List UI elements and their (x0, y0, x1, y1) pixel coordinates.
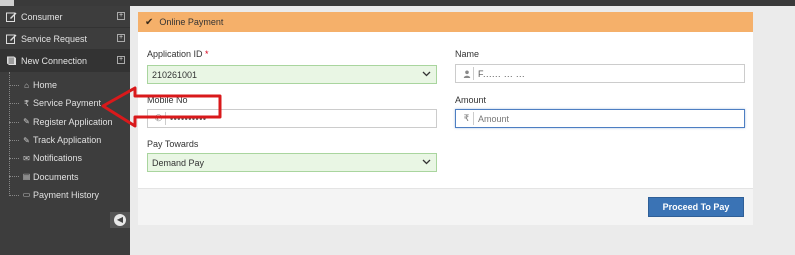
sidebar-item-label: Notifications (33, 153, 83, 164)
envelope-icon: ✉ (23, 153, 30, 163)
pencil-icon: ✎ (23, 135, 30, 145)
sidebar-item-track-application[interactable]: ✎ Track Application (0, 131, 130, 149)
sidebar-collapse[interactable]: ◀ (110, 212, 130, 228)
application-id-select[interactable]: 210261001 (147, 65, 437, 84)
sidebar-item-notifications[interactable]: ✉ Notifications (0, 149, 130, 167)
edit-icon (5, 33, 17, 45)
proceed-to-pay-button[interactable]: Proceed To Pay (648, 197, 744, 217)
amount-input[interactable]: ₹ Amount (455, 109, 745, 128)
expand-icon[interactable]: + (117, 34, 125, 42)
sidebar-item-payment-history[interactable]: ▭ Payment History (0, 186, 130, 204)
pencil-icon: ✎ (23, 117, 30, 127)
expand-icon[interactable]: + (117, 12, 125, 20)
sidebar-item-label: Service Payment (33, 98, 102, 109)
amount-label: Amount (455, 95, 487, 105)
required-mark: * (205, 49, 209, 59)
amount-placeholder: Amount (478, 113, 510, 124)
sidebar-item-label: Track Application (33, 135, 102, 146)
sidebar-item-label: Payment History (33, 189, 100, 200)
application-id-value: 210261001 (152, 69, 198, 80)
pay-towards-select[interactable]: Demand Pay (147, 153, 437, 172)
chevron-left-icon[interactable]: ◀ (114, 214, 126, 226)
credit-card-icon: ▭ (22, 190, 31, 200)
home-icon: ⌂ (24, 80, 29, 90)
sidebar-item-documents[interactable]: ▤ Documents (0, 167, 130, 185)
sidebar-item-label: Documents (33, 171, 79, 182)
pay-towards-label: Pay Towards (147, 139, 199, 149)
sidebar: Consumer + Service Request + New Connect… (0, 6, 130, 255)
user-icon (460, 67, 474, 80)
name-field[interactable]: F...... ... ... (455, 64, 745, 83)
sidebar-item-label: New Connection (21, 55, 88, 66)
annotation-arrow (101, 86, 222, 128)
rupee-icon: ₹ (23, 98, 30, 108)
panel-title: Online Payment (159, 17, 224, 27)
chevron-down-icon (422, 157, 431, 168)
sidebar-item-label: Consumer (21, 11, 63, 22)
document-icon: ▤ (22, 172, 31, 182)
rupee-icon: ₹ (460, 112, 474, 125)
sidebar-item-label: Home (33, 80, 58, 91)
edit-icon (5, 11, 17, 23)
sidebar-item-consumer[interactable]: Consumer + (0, 6, 130, 28)
sidebar-item-new-connection[interactable]: New Connection + (0, 50, 130, 72)
name-value: F...... ... ... (478, 68, 526, 79)
name-label: Name (455, 49, 480, 59)
check-icon: ✔ (145, 16, 154, 28)
book-icon (5, 55, 17, 67)
application-id-label: Application ID * (147, 49, 209, 59)
pay-towards-value: Demand Pay (152, 157, 205, 168)
expand-icon[interactable]: + (117, 56, 125, 64)
sidebar-item-service-request[interactable]: Service Request + (0, 28, 130, 50)
panel-header: ✔ Online Payment (138, 12, 753, 32)
chevron-down-icon (422, 69, 431, 80)
sidebar-item-label: Service Request (21, 33, 88, 44)
